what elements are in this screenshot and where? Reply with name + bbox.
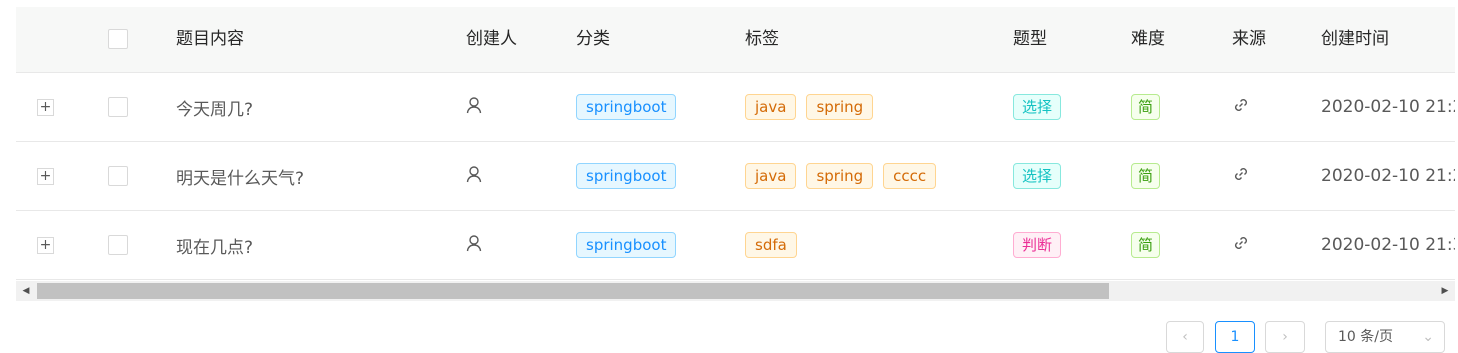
row-expand-button[interactable]: + bbox=[37, 236, 54, 254]
scroll-left-arrow-icon[interactable]: ◀ bbox=[16, 281, 36, 301]
category-tag: springboot bbox=[576, 232, 677, 258]
column-header-tags[interactable]: 标签 bbox=[745, 7, 779, 72]
column-header-category[interactable]: 分类 bbox=[576, 7, 610, 72]
difficulty-tag: 简 bbox=[1131, 163, 1161, 189]
type-tag: 判断 bbox=[1013, 232, 1062, 258]
label-tag: sdfa bbox=[745, 232, 797, 258]
user-icon bbox=[466, 165, 482, 188]
row-checkbox[interactable] bbox=[108, 97, 128, 117]
label-tag: spring bbox=[806, 163, 874, 189]
label-tag: java bbox=[745, 94, 797, 120]
difficulty-tag: 简 bbox=[1131, 232, 1161, 258]
row-expand-button[interactable]: + bbox=[37, 98, 54, 116]
scrollbar-thumb[interactable] bbox=[37, 283, 1109, 299]
type-tag: 选择 bbox=[1013, 163, 1062, 189]
table-row: + 今天周几? springboot java spring 选择 简 2020… bbox=[16, 73, 1455, 142]
label-tag: java bbox=[745, 163, 797, 189]
page-1-button[interactable]: 1 bbox=[1215, 321, 1255, 353]
created-time: 2020-02-10 21:22 bbox=[1321, 97, 1455, 117]
page-size-select[interactable]: 10 条/页 ⌄ bbox=[1325, 321, 1445, 353]
question-content: 明天是什么天气? bbox=[176, 168, 305, 189]
scroll-right-arrow-icon[interactable]: ▶ bbox=[1435, 281, 1455, 301]
link-icon[interactable] bbox=[1232, 165, 1250, 188]
user-icon bbox=[466, 96, 482, 119]
created-time: 2020-02-10 21:23 bbox=[1321, 166, 1455, 186]
prev-page-button[interactable]: ‹ bbox=[1166, 321, 1204, 353]
column-header-content[interactable]: 题目内容 bbox=[176, 7, 244, 72]
column-header-source[interactable]: 来源 bbox=[1232, 7, 1266, 72]
table-row: + 现在几点? springboot sdfa 判断 简 2020-02-10 bbox=[16, 211, 1455, 280]
row-checkbox[interactable] bbox=[108, 166, 128, 186]
chevron-down-icon: ⌄ bbox=[1422, 329, 1434, 345]
table-row: + 明天是什么天气? springboot java spring cccc 选… bbox=[16, 142, 1455, 211]
link-icon[interactable] bbox=[1232, 234, 1250, 257]
link-icon[interactable] bbox=[1232, 96, 1250, 119]
category-tag: springboot bbox=[576, 94, 677, 120]
column-header-type[interactable]: 题型 bbox=[1013, 7, 1047, 72]
select-all-checkbox[interactable] bbox=[108, 29, 128, 49]
difficulty-tag: 简 bbox=[1131, 94, 1161, 120]
question-table: 题目内容 创建人 分类 标签 题型 难度 来源 创建时间 + 今天周几? spr… bbox=[16, 7, 1455, 301]
page-size-value: 10 条/页 bbox=[1338, 329, 1393, 345]
category-tag: springboot bbox=[576, 163, 677, 189]
question-content: 现在几点? bbox=[176, 237, 254, 258]
row-checkbox[interactable] bbox=[108, 235, 128, 255]
column-header-difficulty[interactable]: 难度 bbox=[1131, 7, 1165, 72]
row-expand-button[interactable]: + bbox=[37, 167, 54, 185]
chevron-left-icon: ‹ bbox=[1182, 329, 1188, 345]
column-header-creator[interactable]: 创建人 bbox=[466, 7, 517, 72]
next-page-button[interactable]: › bbox=[1265, 321, 1305, 353]
label-tag: cccc bbox=[883, 163, 937, 189]
user-icon bbox=[466, 234, 482, 257]
question-content: 今天周几? bbox=[176, 99, 254, 120]
type-tag: 选择 bbox=[1013, 94, 1062, 120]
label-tag: spring bbox=[806, 94, 874, 120]
table-header: 题目内容 创建人 分类 标签 题型 难度 来源 创建时间 bbox=[16, 7, 1455, 73]
column-header-created-time[interactable]: 创建时间 bbox=[1321, 7, 1389, 72]
created-time: 2020-02-10 21:34 bbox=[1321, 235, 1455, 255]
horizontal-scrollbar[interactable]: ◀ ▶ bbox=[16, 281, 1455, 301]
chevron-right-icon: › bbox=[1282, 329, 1288, 345]
